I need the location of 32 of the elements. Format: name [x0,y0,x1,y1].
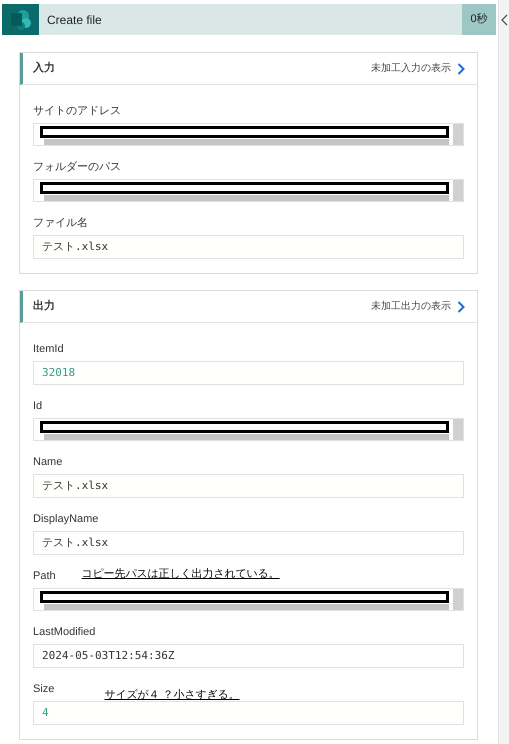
output-field: テスト.xlsx [33,235,464,259]
chevron-right-icon [457,62,465,74]
raw-view-link[interactable]: 未加工出力の表示 [371,299,465,314]
raw-view-link[interactable]: 未加工入力の表示 [371,61,465,76]
field-label: LastModified [33,624,96,640]
chevron-right-icon [457,300,465,312]
duration-badge: 0秒 [462,4,496,35]
output-field: 4 [33,701,464,725]
vertical-scrollbar [453,180,463,201]
annotation-note: コピー先パスは正しく出力されている。 [82,566,280,582]
vertical-scrollbar [453,589,463,610]
vertical-scrollbar [453,124,463,145]
field-label: Name [33,454,62,470]
field-label: サイトのアドレス [33,104,121,118]
output-field: テスト.xlsx [33,474,464,498]
field-label: Size [33,682,54,696]
field-label: フォルダーのパス [33,160,121,174]
annotation-note: サイズが４ ？小さすぎる。 [104,688,240,702]
app-logo-icon [2,4,39,35]
field-label: ファイル名 [33,216,88,230]
field-label: Id [33,398,42,414]
field-label: Path [33,568,56,584]
collapse-chevron-icon[interactable] [500,14,508,26]
output-field: 32018 [33,361,464,385]
section-title: 入力 [33,60,55,76]
output-field: 2024-05-03T12:54:36Z [33,644,464,668]
field-label: DisplayName [33,512,98,526]
output-field: テスト.xlsx [33,531,464,555]
section-title: 出力 [33,298,55,314]
action-title: Create file [47,12,102,28]
vertical-scrollbar [453,419,463,440]
field-label: ItemId [33,342,64,356]
